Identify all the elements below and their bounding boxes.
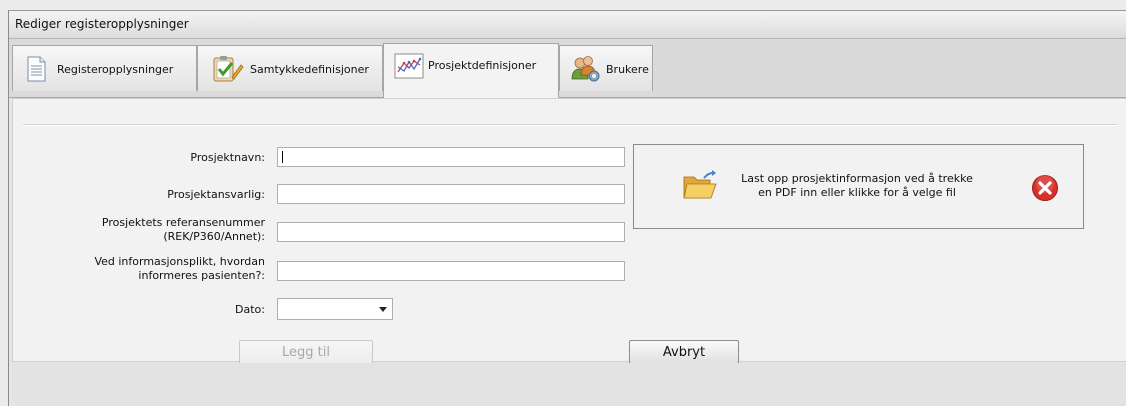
text-caret: [282, 151, 283, 163]
pdf-upload-dropzone[interactable]: Last opp prosjektinformasjon ved å trekk…: [633, 144, 1084, 229]
inform-patient-input[interactable]: [277, 261, 625, 281]
upload-line1: Last opp prosjektinformasjon ved å trekk…: [741, 172, 973, 185]
tab-brukere[interactable]: Brukere: [559, 45, 653, 91]
tab-registeropplysninger[interactable]: Registeropplysninger: [12, 45, 197, 91]
upload-instructions: Last opp prosjektinformasjon ved å trekk…: [722, 172, 992, 200]
document-icon: [27, 56, 46, 82]
chevron-down-icon[interactable]: [379, 307, 387, 312]
inform-patient-label: Ved informasjonsplikt, hvordan informere…: [13, 255, 265, 283]
tab-samtykkedefinisjoner[interactable]: Samtykkedefinisjoner: [197, 45, 383, 91]
date-label: Dato:: [235, 303, 265, 316]
reference-number-label-line1: Prosjektets referansenummer: [101, 216, 265, 229]
reference-number-input[interactable]: [277, 222, 625, 242]
divider: [23, 124, 1117, 125]
project-name-input[interactable]: [277, 147, 625, 167]
title-bar: Rediger registeropplysninger: [9, 11, 1126, 39]
project-definition-panel: Prosjektnavn: Prosjektansvarlig: Prosjek…: [12, 98, 1126, 366]
reference-number-label-line2: (REK/P360/Annet):: [163, 230, 265, 243]
tab-label: Registeropplysninger: [57, 63, 174, 76]
upload-line2: en PDF inn eller klikke for å velge fil: [758, 186, 956, 199]
window-title: Rediger registeropplysninger: [15, 17, 189, 31]
close-circle-icon[interactable]: [1031, 174, 1059, 202]
inform-patient-label-line2: informeres pasienten?:: [138, 269, 265, 282]
line-chart-icon: [394, 53, 424, 79]
tab-strip: Registeropplysninger Samtykkedefinisjone…: [9, 39, 1126, 98]
project-responsible-input[interactable]: [277, 184, 625, 204]
reference-number-label: Prosjektets referansenummer (REK/P360/An…: [13, 216, 265, 244]
tab-label: Samtykkedefinisjoner: [250, 63, 369, 76]
users-gear-icon: [571, 56, 600, 82]
tab-label: Brukere: [606, 63, 649, 76]
inform-patient-label-line1: Ved informasjonsplikt, hvordan: [94, 255, 265, 268]
tab-label: Prosjektdefinisjoner: [428, 59, 537, 72]
tab-prosjektdefinisjoner[interactable]: Prosjektdefinisjoner: [383, 43, 559, 98]
date-picker[interactable]: [277, 298, 393, 320]
clipboard-check-icon: [213, 56, 244, 82]
project-name-label: Prosjektnavn:: [190, 151, 265, 164]
edit-registry-window: Rediger registeropplysninger Registeropp…: [8, 10, 1126, 406]
window-footer: [12, 363, 1126, 406]
project-responsible-label: Prosjektansvarlig:: [167, 188, 265, 201]
open-folder-icon: [683, 170, 717, 199]
